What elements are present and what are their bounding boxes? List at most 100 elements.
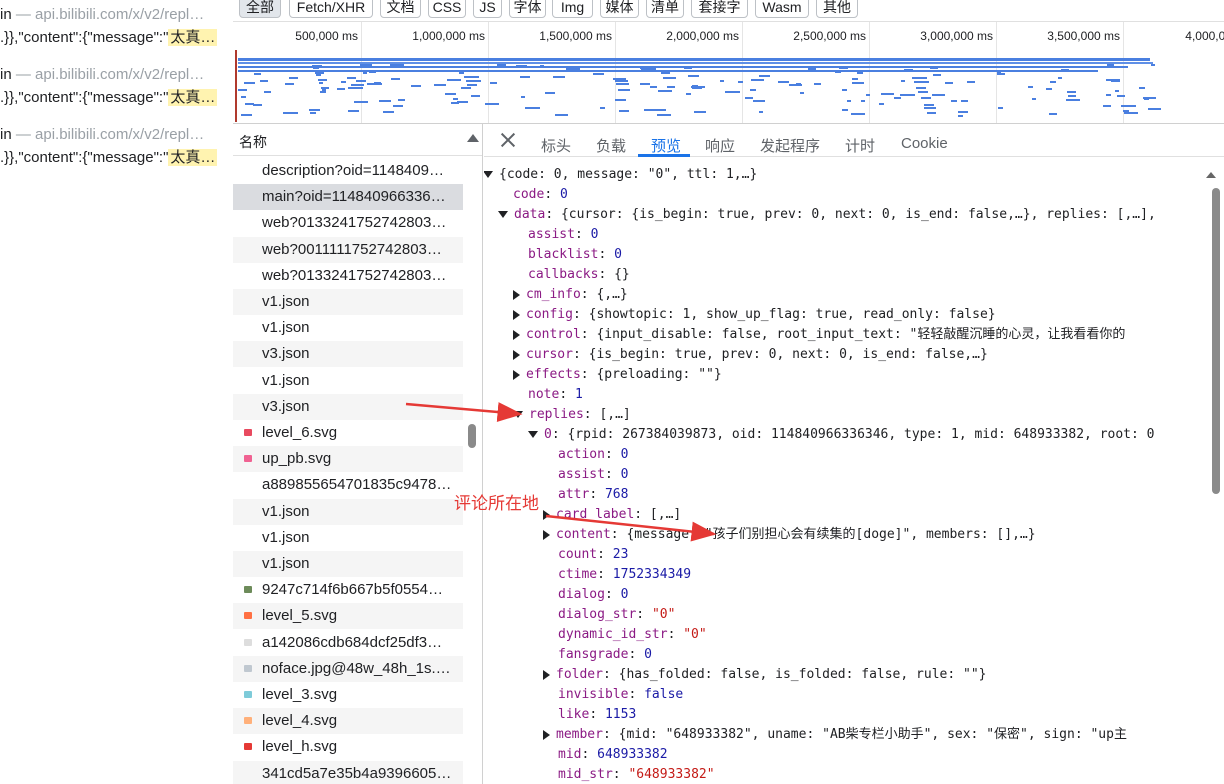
expand-triangle-icon[interactable] — [543, 509, 550, 520]
waterfall-bar — [753, 100, 765, 102]
filter-chip[interactable]: 其他 — [816, 0, 858, 18]
waterfall-bar — [244, 82, 255, 84]
collapse-triangle-icon[interactable] — [528, 431, 538, 438]
json-key: count — [558, 547, 598, 562]
waterfall-bar — [900, 94, 915, 96]
request-name: v1.json — [262, 319, 310, 337]
request-row[interactable]: 9247c714f6b667b5f0554… — [233, 577, 463, 603]
search-result-item[interactable]: in — api.bilibili.com/x/v2/repl… .}},"con… — [0, 124, 233, 184]
request-row[interactable]: level_h.svg — [233, 734, 463, 760]
expand-triangle-icon[interactable] — [513, 329, 520, 340]
filter-chip[interactable]: 文档 — [380, 0, 421, 18]
name-column-header[interactable]: 名称 — [233, 124, 482, 156]
request-row[interactable]: a142086cdb684dcf25df3… — [233, 630, 463, 656]
collapse-triangle-icon[interactable] — [513, 411, 523, 418]
request-row[interactable]: up_pb.svg — [233, 446, 463, 473]
json-tree-row[interactable]: replies: [,…] — [513, 405, 631, 425]
request-name: noface.jpg@48w_48h_1s.… — [262, 659, 451, 677]
expand-triangle-icon[interactable] — [543, 729, 550, 740]
waterfall-bar — [1106, 79, 1120, 81]
tab-4[interactable]: 发起程序 — [760, 135, 820, 156]
request-row[interactable]: description?oid=1148409… — [233, 158, 463, 184]
request-row[interactable]: web?0133241752742803… — [233, 263, 463, 289]
request-row[interactable]: v1.json — [233, 289, 463, 315]
request-row[interactable]: v1.json — [233, 525, 463, 551]
request-row[interactable]: level_6.svg — [233, 420, 463, 446]
sort-ascending-icon[interactable] — [467, 134, 479, 142]
json-tree-row[interactable]: folder: {has_folded: false, is_folded: f… — [543, 665, 986, 685]
tab-6[interactable]: Cookie — [901, 135, 948, 152]
request-row[interactable]: 341cd5a7e35b4a9396605… — [233, 760, 463, 784]
request-name: v3.json — [262, 345, 310, 363]
request-row[interactable]: level_4.svg — [233, 708, 463, 735]
request-row[interactable]: v1.json — [233, 315, 463, 341]
tab-1[interactable]: 负载 — [596, 135, 626, 156]
filter-chip[interactable]: Fetch/XHR — [289, 0, 373, 18]
json-tree-row[interactable]: 0: {rpid: 267384039873, oid: 11484096633… — [528, 425, 1154, 445]
preview-scrollbar[interactable] — [1212, 188, 1220, 494]
expand-triangle-icon[interactable] — [513, 349, 520, 360]
collapse-triangle-icon[interactable] — [484, 171, 493, 178]
request-row[interactable]: level_3.svg — [233, 682, 463, 708]
expand-triangle-icon[interactable] — [513, 369, 520, 380]
json-tree-row[interactable]: content: {message: "孩子们别担心会有续集的[doge]", … — [543, 525, 1036, 545]
request-row[interactable]: level_5.svg — [233, 603, 463, 630]
json-key: config — [526, 307, 573, 322]
filter-chip[interactable]: 清单 — [646, 0, 684, 18]
request-row[interactable]: v3.json — [233, 393, 463, 420]
filter-chip[interactable]: 全部 — [239, 0, 281, 18]
close-icon[interactable] — [500, 132, 516, 148]
json-tree-row[interactable]: data: {cursor: {is_begin: true, prev: 0,… — [498, 205, 1156, 225]
request-row[interactable]: noface.jpg@48w_48h_1s.… — [233, 655, 463, 682]
waterfall-bar — [348, 87, 363, 89]
request-list-scrollbar[interactable] — [468, 424, 476, 448]
waterfall-bar — [348, 110, 359, 112]
json-tree-row[interactable]: effects: {preloading: ""} — [513, 365, 722, 385]
tab-0[interactable]: 标头 — [541, 135, 571, 156]
tab-2[interactable]: 预览 — [651, 135, 681, 156]
filter-chip[interactable]: JS — [473, 0, 502, 18]
filter-chip[interactable]: Img — [552, 0, 593, 18]
waterfall-bar — [745, 97, 753, 99]
filter-chip[interactable]: Wasm — [755, 0, 809, 18]
json-tree-row[interactable]: control: {input_disable: false, root_inp… — [513, 325, 1125, 345]
request-row[interactable]: v1.json — [233, 368, 463, 394]
collapse-triangle-icon[interactable] — [498, 211, 508, 218]
network-overview[interactable]: 500,000 ms 1,000,000 ms 1,500,000 ms 2,000,… — [233, 22, 1224, 124]
filter-chip[interactable]: 媒体 — [600, 0, 639, 18]
filter-chip[interactable]: 套接字 — [691, 0, 748, 18]
json-tree-row[interactable]: card_label: [,…] — [543, 505, 681, 525]
file-type-icon — [244, 743, 252, 751]
tab-3[interactable]: 响应 — [705, 135, 735, 156]
json-tree-row: note: 1 — [528, 385, 583, 405]
expand-triangle-icon[interactable] — [513, 309, 520, 320]
json-key: mid_str — [558, 767, 613, 782]
request-row[interactable]: web?0133241752742803… — [233, 210, 463, 236]
request-row[interactable]: a889855654701835c9478… — [233, 472, 463, 498]
request-row[interactable]: main?oid=114840966336… — [233, 184, 463, 211]
waterfall-bar — [356, 80, 366, 82]
request-row[interactable]: v3.json — [233, 341, 463, 368]
waterfall-bar — [661, 72, 670, 74]
waterfall-bar — [932, 94, 945, 96]
expand-triangle-icon[interactable] — [543, 669, 550, 680]
search-result-item[interactable]: in — api.bilibili.com/x/v2/repl… .}},"con… — [0, 4, 233, 64]
tab-5[interactable]: 计时 — [845, 135, 875, 156]
expand-triangle-icon[interactable] — [513, 289, 520, 300]
request-row[interactable]: v1.json — [233, 551, 463, 577]
json-tree-row[interactable]: cursor: {is_begin: true, prev: 0, next: … — [513, 345, 988, 365]
scroll-up-arrow-icon[interactable] — [1206, 172, 1216, 178]
json-key: replies — [529, 407, 584, 422]
request-row[interactable]: v1.json — [233, 498, 463, 525]
filter-chip[interactable]: CSS — [428, 0, 466, 18]
search-result-item[interactable]: in — api.bilibili.com/x/v2/repl… .}},"con… — [0, 64, 233, 124]
json-tree-row[interactable]: member: {mid: "648933382", uname: "AB柴专栏… — [543, 725, 1127, 745]
filter-chip[interactable]: 字体 — [509, 0, 546, 18]
json-tree-row[interactable]: {code: 0, message: "0", ttl: 1,…} — [484, 165, 757, 185]
json-tree-row: ctime: 1752334349 — [558, 565, 691, 585]
expand-triangle-icon[interactable] — [543, 529, 550, 540]
waterfall-bar — [351, 84, 364, 86]
json-tree-row[interactable]: cm_info: {,…} — [513, 285, 628, 305]
json-tree-row[interactable]: config: {showtopic: 1, show_up_flag: tru… — [513, 305, 996, 325]
request-row[interactable]: web?0011111752742803… — [233, 236, 463, 263]
